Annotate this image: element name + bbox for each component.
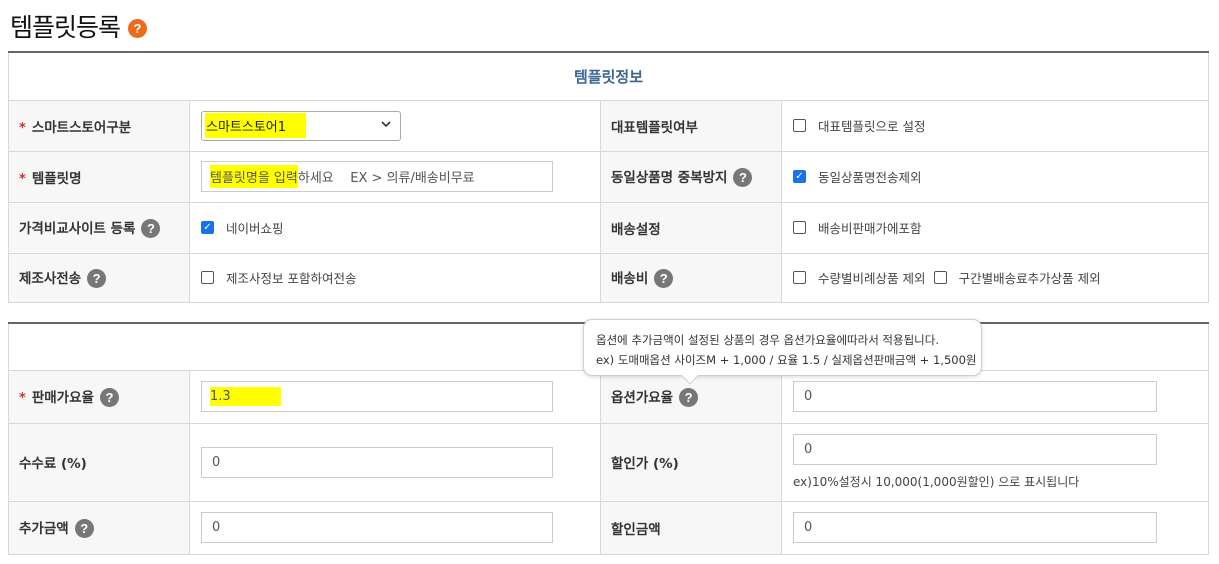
naver-shopping-checkbox[interactable]: ✓ 네이버쇼핑 xyxy=(201,218,284,237)
help-icon[interactable]: ? xyxy=(654,269,674,289)
checkbox-label: 동일상품명전송제외 xyxy=(818,170,922,185)
template-name-label: * 템플릿명 xyxy=(8,150,190,203)
price-compare-cell: ✓ 네이버쇼핑 xyxy=(189,201,601,254)
help-icon[interactable]: ? xyxy=(141,219,161,239)
help-icon[interactable]: ? xyxy=(733,168,753,188)
shipping-setting-label: 배송설정 xyxy=(600,201,782,254)
template-name-input[interactable]: 템플릿명을 입력 하세요 EX > 의류/배송비무료 xyxy=(201,161,553,192)
checkbox-label: 구간별배송료추가상품 제외 xyxy=(958,271,1101,286)
fee-input[interactable]: 0 xyxy=(201,446,553,478)
extra-amount-cell: 0 xyxy=(189,500,601,555)
sale-rate-cell: 1.3 xyxy=(189,369,601,424)
sale-rate-input[interactable]: 1.3 xyxy=(201,381,553,412)
checkmark-icon[interactable]: ✓ xyxy=(201,221,214,234)
store-type-cell: 스마트스토어1 xyxy=(189,99,601,152)
discount-rate-label: 할인가 (%) xyxy=(600,422,782,502)
checkbox-label: 배송비판매가에포함 xyxy=(818,221,922,236)
checkbox-label: 제조사정보 포함하여전송 xyxy=(226,271,357,286)
discount-amount-label: 할인금액 xyxy=(600,500,782,555)
shipping-include-checkbox[interactable]: 배송비판매가에포함 xyxy=(793,218,922,237)
manufacturer-checkbox[interactable]: 제조사정보 포함하여전송 xyxy=(201,268,356,287)
checkbox-label: 네이버쇼핑 xyxy=(226,221,284,236)
required-mark: * xyxy=(19,171,26,187)
extra-amount-input[interactable]: 0 xyxy=(201,512,553,543)
page-title-text: 템플릿등록 xyxy=(10,13,121,42)
store-type-select[interactable]: 스마트스토어1 xyxy=(201,110,401,141)
option-rate-input[interactable]: 0 xyxy=(793,381,1157,412)
checkbox-label: 대표템플릿으로 설정 xyxy=(818,119,926,134)
manufacturer-cell: 제조사정보 포함하여전송 xyxy=(189,252,601,303)
representative-label: 대표템플릿여부 xyxy=(600,99,782,152)
checkbox-box[interactable] xyxy=(793,119,806,132)
template-name-cell: 템플릿명을 입력 하세요 EX > 의류/배송비무료 xyxy=(189,150,601,203)
sale-rate-label: * 판매가요율? xyxy=(8,369,190,424)
help-icon[interactable]: ? xyxy=(87,269,107,289)
representative-checkbox[interactable]: 대표템플릿으로 설정 xyxy=(793,116,925,135)
discount-amount-cell: 0 xyxy=(781,500,1209,555)
representative-cell: 대표템플릿으로 설정 xyxy=(780,99,1210,152)
checkbox-box[interactable] xyxy=(933,271,947,284)
checkbox-box[interactable] xyxy=(793,271,806,284)
price-compare-label: 가격비교사이트 등록? xyxy=(8,201,190,254)
duplicate-prevent-checkbox[interactable]: ✓ 동일상품명전송제외 xyxy=(793,167,922,186)
help-icon[interactable]: ? xyxy=(128,18,148,38)
shipping-setting-cell: 배송비판매가에포함 xyxy=(780,201,1210,254)
manufacturer-label: 제조사전송? xyxy=(8,252,190,303)
fee-cell: 0 xyxy=(189,422,601,502)
exclude-qty-checkbox[interactable]: 수량별비례상품 제외 xyxy=(793,268,925,287)
page-title: 템플릿등록 ? xyxy=(10,8,148,44)
help-icon[interactable]: ? xyxy=(99,388,119,408)
duplicate-prevent-cell: ✓ 동일상품명전송제외 xyxy=(780,150,1210,203)
required-mark: * xyxy=(19,120,26,136)
chevron-down-icon xyxy=(380,118,392,133)
checkbox-box[interactable] xyxy=(793,221,806,234)
help-icon[interactable]: ? xyxy=(679,388,699,408)
discount-rate-input[interactable]: 0 xyxy=(793,434,1157,465)
sale-rate-value: 1.3 xyxy=(210,387,281,406)
discount-amount-input[interactable]: 0 xyxy=(793,512,1157,543)
extra-amount-label: 추가금액? xyxy=(8,500,190,555)
placeholder-rest: 하세요 EX > 의류/배송비무료 xyxy=(297,171,475,186)
required-mark: * xyxy=(19,390,26,406)
section-heading: 템플릿정보 xyxy=(7,51,1210,101)
discount-note: ex)10%설정시 10,000(1,000원할인) 으로 표시됩니다 xyxy=(793,475,1080,489)
store-type-value: 스마트스토어1 xyxy=(205,113,307,138)
checkbox-box[interactable] xyxy=(201,271,214,284)
tooltip-line-1: 옵션에 추가금액이 설정된 상품의 경우 옵션가요율에따라서 적용됩니다. xyxy=(596,333,939,347)
store-type-label: * 스마트스토어구분 xyxy=(8,99,190,152)
checkbox-label: 수량별비례상품 제외 xyxy=(818,271,926,286)
help-icon[interactable]: ? xyxy=(74,519,94,539)
tooltip-line-2: ex) 도매매옵션 사이즈M + 1,000 / 요율 1.5 / 실제옵션판매… xyxy=(596,353,977,367)
shipping-fee-cell: 수량별비례상품 제외 구간별배송료추가상품 제외 xyxy=(780,252,1210,303)
template-info-table: 템플릿정보 * 스마트스토어구분 스마트스토어1 대표템플릿여부 대표템플릿으로 … xyxy=(7,51,1210,303)
discount-rate-cell: 0 ex)10%설정시 10,000(1,000원할인) 으로 표시됩니다 xyxy=(781,422,1209,502)
duplicate-prevent-label: 동일상품명 중복방지? xyxy=(600,150,782,203)
placeholder-highlight: 템플릿명을 입력 xyxy=(210,165,298,188)
shipping-fee-label: 배송비? xyxy=(600,252,782,303)
option-rate-tooltip: 옵션에 추가금액이 설정된 상품의 경우 옵션가요율에따라서 적용됩니다. ex… xyxy=(583,319,982,385)
exclude-range-checkbox[interactable]: 구간별배송료추가상품 제외 xyxy=(933,268,1101,287)
fee-label: 수수료 (%) xyxy=(8,422,190,502)
checkmark-icon[interactable]: ✓ xyxy=(793,170,806,183)
option-rate-cell: 0 xyxy=(781,369,1209,424)
